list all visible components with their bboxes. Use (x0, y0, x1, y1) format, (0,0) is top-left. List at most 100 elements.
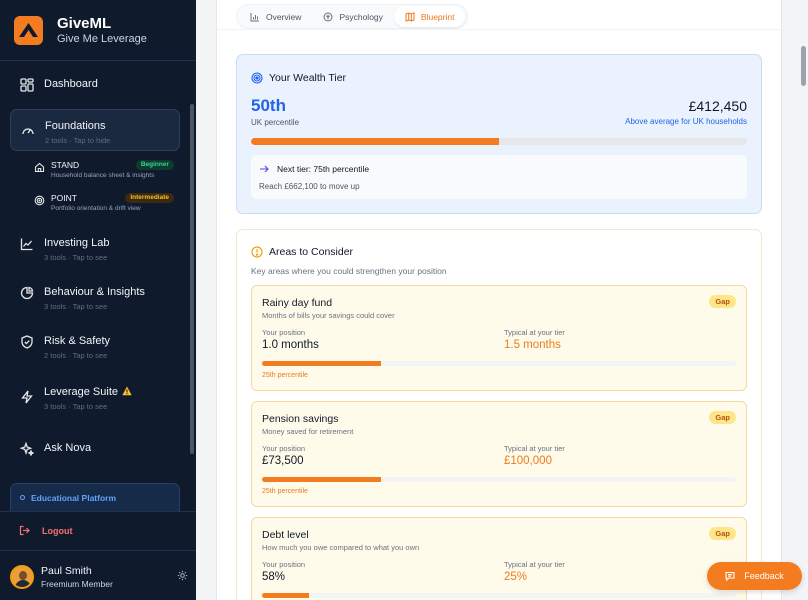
sidebar-item-label: Risk & Safety (44, 335, 111, 347)
bar-chart-icon (250, 12, 259, 21)
subitem-desc: Portfolio orientation & drift view (51, 205, 141, 212)
tabs-divider (217, 29, 781, 30)
metric-progress-fill (262, 361, 381, 366)
chat-icon (725, 571, 735, 581)
avatar (10, 565, 34, 589)
next-tier-box: Next tier: 75th percentile Reach £662,10… (251, 155, 747, 199)
typical-value: 25% (504, 571, 528, 583)
gear-icon[interactable] (177, 570, 188, 581)
tier-progress-bar (251, 138, 747, 145)
wealth-tier-card: Your Wealth Tier 50th UK percentile £412… (236, 54, 762, 214)
sidebar-divider (0, 511, 196, 512)
gauge-icon (22, 128, 34, 135)
gap-badge: Gap (709, 527, 736, 540)
areas-to-consider-card: Areas to Consider Key areas where you co… (236, 229, 762, 600)
metric-desc: How much you owe compared to what you ow… (262, 543, 420, 552)
sidebar-item-foundations[interactable]: Foundations 2 tools · Tap to hide (10, 109, 180, 151)
tier-percentile-caption: UK percentile (251, 118, 300, 127)
metric-card-debt-level: Debt level How much you owe compared to … (251, 517, 747, 600)
typical-label: Typical at your tier (504, 444, 565, 453)
home-icon (34, 162, 45, 173)
sidebar-item-sub: 3 tools · Tap to see (44, 253, 108, 262)
user-profile[interactable]: Paul Smith Freemium Member (10, 563, 188, 591)
wealth-tier-title: Your Wealth Tier (251, 72, 346, 84)
feedback-button[interactable]: Feedback (707, 562, 802, 590)
metric-card-rainy-day-fund: Rainy day fund Months of bills your savi… (251, 285, 747, 391)
next-tier-subtitle: Reach £662,100 to move up (259, 182, 360, 191)
page-scrollbar[interactable] (801, 46, 806, 86)
tier-percentile: 50th (251, 96, 286, 115)
user-role: Freemium Member (41, 578, 113, 589)
sidebar: GiveML Give Me Leverage Dashboard Founda… (0, 0, 196, 600)
metric-desc: Months of bills your savings could cover (262, 311, 395, 320)
your-position-label: Your position (262, 560, 306, 569)
areas-title: Areas to Consider (251, 246, 353, 258)
logout-label: Logout (42, 525, 73, 536)
tier-progress-fill (251, 138, 499, 145)
logo-icon (14, 15, 43, 45)
sidebar-divider (0, 60, 196, 61)
sidebar-item-risk-safety[interactable]: Risk & Safety 2 tools · Tap to see (10, 334, 180, 361)
tier-comparison-note: Above average for UK households (625, 117, 747, 126)
sidebar-item-label: Dashboard (44, 78, 98, 90)
metric-name: Rainy day fund (262, 297, 333, 309)
view-tabs: Overview Psychology Blueprint (236, 4, 469, 29)
tab-overview[interactable]: Overview (239, 6, 312, 27)
sidebar-item-leverage-suite[interactable]: Leverage Suite 3 tools · Tap to see (10, 385, 180, 412)
brand[interactable]: GiveML Give Me Leverage (14, 14, 147, 46)
sidebar-item-sub: 2 tools · Tap to hide (45, 136, 111, 145)
logout-button[interactable]: Logout (19, 525, 73, 536)
brain-icon (323, 12, 333, 21)
metric-progress-bar (262, 361, 736, 366)
metric-name: Pension savings (262, 413, 339, 425)
chart-line-icon (20, 238, 33, 251)
gap-badge: Gap (709, 295, 736, 308)
alert-circle-icon (251, 246, 263, 258)
sidebar-item-sub: 3 tools · Tap to see (44, 402, 108, 411)
lightning-icon (21, 390, 33, 404)
metric-percentile: 25th percentile (262, 488, 308, 495)
info-dot-icon (20, 495, 25, 500)
sidebar-item-label: Investing Lab (44, 237, 110, 249)
sidebar-subitem-point[interactable]: POINT Portfolio orientation & drift view… (34, 193, 174, 214)
educational-platform-label: Educational Platform (31, 492, 117, 503)
metric-desc: Money saved for retirement (262, 427, 354, 436)
metric-percentile: 25th percentile (262, 372, 308, 379)
sidebar-scrollbar[interactable] (190, 104, 194, 454)
tab-label: Blueprint (420, 11, 455, 22)
sidebar-divider (0, 550, 196, 551)
tab-blueprint[interactable]: Blueprint (393, 6, 466, 27)
sidebar-item-investing-lab[interactable]: Investing Lab 3 tools · Tap to see (10, 236, 180, 263)
shield-icon (21, 335, 33, 349)
typical-value: £100,000 (504, 455, 552, 467)
net-worth-amount: £412,450 (688, 98, 747, 114)
metric-progress-bar (262, 593, 736, 598)
user-name: Paul Smith (41, 564, 92, 577)
tab-psychology[interactable]: Psychology (312, 6, 393, 27)
app-name: GiveML (57, 14, 112, 32)
sidebar-item-label: Leverage Suite (44, 386, 118, 398)
logout-icon (19, 525, 30, 536)
dashboard-grid-icon (20, 78, 34, 92)
pie-chart-icon (20, 286, 34, 300)
level-badge: Intermediate (125, 193, 174, 203)
your-position-value: 1.0 months (262, 339, 319, 351)
next-tier-title: Next tier: 75th percentile (259, 164, 369, 174)
tab-label: Overview (266, 11, 302, 22)
areas-subtitle: Key areas where you could strengthen you… (251, 266, 447, 276)
sidebar-item-behaviour-insights[interactable]: Behaviour & Insights 3 tools · Tap to se… (10, 285, 180, 312)
metric-progress-bar (262, 477, 736, 482)
map-icon (405, 11, 415, 22)
sidebar-item-sub: 2 tools · Tap to see (44, 351, 108, 360)
sidebar-subitem-stand[interactable]: STAND Household balance sheet & insights… (34, 160, 174, 181)
sidebar-item-ask-nova[interactable]: Ask Nova (10, 441, 180, 456)
gap-badge: Gap (709, 411, 736, 424)
sidebar-item-label: Foundations (45, 120, 106, 132)
sidebar-item-label: Ask Nova (44, 442, 92, 454)
metric-name: Debt level (262, 529, 309, 541)
app-tagline: Give Me Leverage (57, 32, 147, 45)
metric-progress-fill (262, 593, 310, 598)
sidebar-item-dashboard[interactable]: Dashboard (10, 77, 180, 92)
educational-platform-banner: Educational Platform (10, 483, 180, 511)
target-icon (34, 195, 45, 206)
